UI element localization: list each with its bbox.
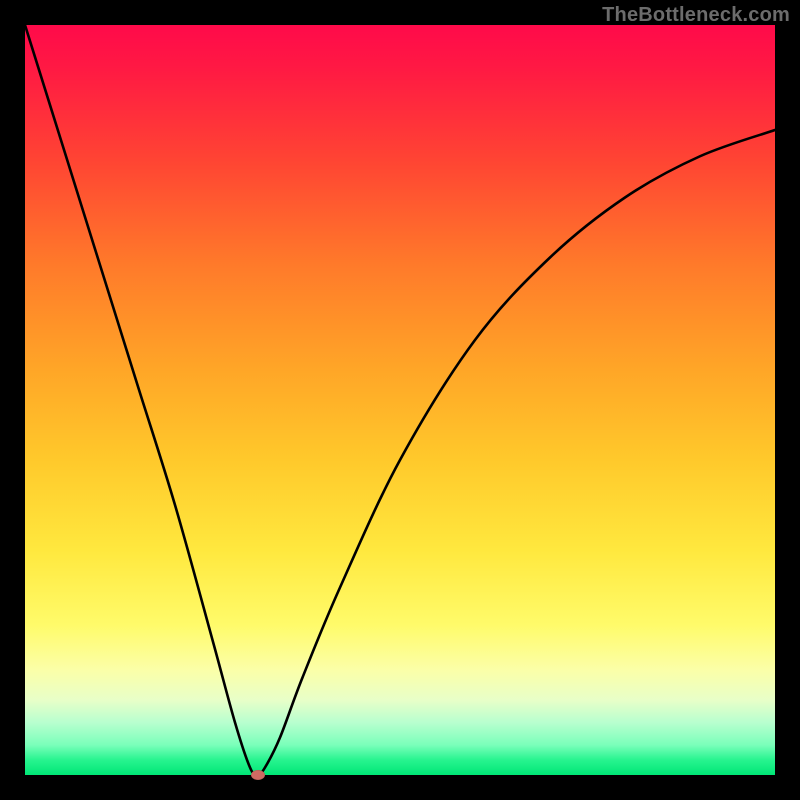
chart-frame: TheBottleneck.com [0, 0, 800, 800]
optimal-point-marker [251, 770, 265, 780]
watermark-text: TheBottleneck.com [602, 4, 790, 27]
bottleneck-curve [25, 25, 775, 775]
plot-area [25, 25, 775, 775]
